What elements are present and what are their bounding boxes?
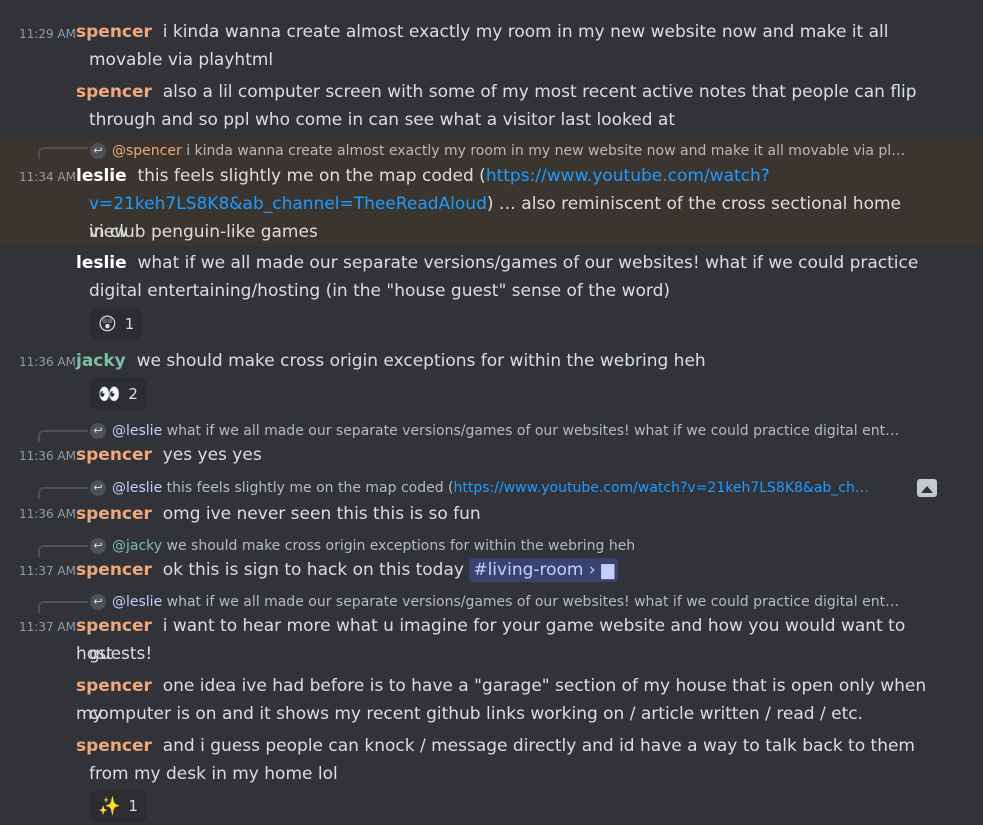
reply-arrow-icon: ↩ — [90, 423, 106, 439]
channel-name: #living-room — [473, 560, 584, 580]
message-link[interactable]: v=21keh7LS8K8&ab_channel=TheeReadAloud — [89, 194, 487, 214]
message-text: this feels slightly me on the map coded … — [137, 166, 486, 186]
reply-mention[interactable]: @leslie — [112, 423, 162, 439]
reply-preview[interactable]: ↩ @jacky we should make cross origin exce… — [90, 536, 943, 556]
reply-mention[interactable]: @leslie — [112, 594, 162, 610]
author-name[interactable]: leslie — [76, 166, 127, 186]
timestamp: 11:37 AM — [19, 564, 76, 578]
reply-mention[interactable]: @spencer — [112, 143, 182, 159]
message-text: omg ive never seen this this is so fun — [162, 504, 481, 524]
reaction-count: 1 — [124, 315, 135, 333]
reply-arrow-icon: ↩ — [90, 594, 106, 610]
reply-arrow-icon: ↩ — [90, 538, 106, 554]
reply-spine — [38, 487, 88, 499]
message-text: and i guess people can knock / message d… — [162, 736, 915, 756]
timestamp: 11:36 AM — [19, 449, 76, 463]
reply-link[interactable]: https://www.youtube.com/watch?v=21keh7LS… — [454, 480, 869, 496]
author-name[interactable]: jacky — [76, 351, 126, 371]
message: 11:36 AM jacky we should make cross orig… — [0, 347, 983, 412]
chat-log: 11:29 AM spencer i kinda wanna create al… — [0, 0, 983, 825]
author-name[interactable]: spencer — [76, 616, 152, 636]
message-link[interactable]: https://www.youtube.com/watch? — [486, 166, 770, 186]
message-text: ok this is sign to hack on this today — [162, 560, 464, 580]
message: spencer also a lil computer screen with … — [0, 78, 983, 134]
timestamp: 11:36 AM — [19, 355, 76, 369]
author-name[interactable]: spencer — [76, 22, 152, 42]
message-text: i kinda wanna create almost exactly my r… — [162, 22, 889, 42]
author-name[interactable]: spencer — [76, 736, 152, 756]
reply-text: what if we all made our separate version… — [166, 594, 900, 610]
reaction-button[interactable]: 😲 1 — [89, 308, 144, 340]
message: spencer and i guess people can knock / m… — [0, 732, 983, 825]
reaction-count: 1 — [128, 797, 138, 815]
message-text: in club penguin-like games — [89, 222, 318, 242]
author-name[interactable]: leslie — [76, 253, 127, 273]
timestamp: 11:37 AM — [19, 620, 76, 634]
reply-preview[interactable]: ↩ @leslie what if we all made our separat… — [90, 592, 943, 612]
chevron-right-icon: › — [588, 560, 596, 580]
reply-text: we should make cross origin exceptions f… — [166, 538, 636, 554]
reply-mention[interactable]: @leslie — [112, 480, 162, 496]
reply-text: what if we all made our separate version… — [166, 423, 900, 439]
reply-preview[interactable]: ↩ @spencer i kinda wanna create almost ex… — [90, 141, 943, 161]
author-name[interactable]: spencer — [76, 676, 152, 696]
message-text: guests! — [89, 644, 153, 664]
message: ↩ @leslie what if we all made our separat… — [0, 420, 983, 470]
reply-text: this feels slightly me on the map coded … — [166, 480, 454, 496]
channel-link-living-room[interactable]: #living-room › ▆ — [469, 558, 619, 582]
message-text: yes yes yes — [162, 445, 262, 465]
message-text: computer is on and it shows my recent gi… — [89, 704, 864, 724]
message: 11:29 AM spencer i kinda wanna create al… — [0, 18, 983, 74]
reply-preview[interactable]: ↩ @leslie what if we all made our separat… — [90, 421, 943, 441]
reply-spine — [38, 147, 88, 159]
message: leslie what if we all made our separate … — [0, 249, 983, 344]
reply-arrow-icon: ↩ — [90, 480, 106, 496]
reply-mention[interactable]: @jacky — [112, 538, 162, 554]
message-text: we should make cross origin exceptions f… — [136, 351, 706, 371]
timestamp: 11:29 AM — [19, 27, 76, 41]
reaction-button[interactable]: ✨ 1 — [89, 790, 147, 822]
reply-text: i kinda wanna create almost exactly my r… — [186, 143, 906, 159]
reaction-button[interactable]: 👀 2 — [89, 378, 147, 410]
message-text: what if we all made our separate version… — [137, 253, 919, 273]
author-name[interactable]: spencer — [76, 560, 152, 580]
sparkles-emoji-icon: ✨ — [98, 795, 121, 817]
message-highlighted: ↩ @spencer i kinda wanna create almost ex… — [0, 137, 983, 246]
message-text: movable via playhtml — [89, 50, 274, 70]
message: ↩ @leslie this feels slightly me on the m… — [0, 477, 983, 529]
reply-preview[interactable]: ↩ @leslie this feels slightly me on the m… — [90, 478, 913, 498]
reaction-count: 2 — [128, 385, 138, 403]
message-text: digital entertaining/hosting (in the "ho… — [89, 281, 670, 301]
author-name[interactable]: spencer — [76, 82, 152, 102]
message-text: from my desk in my home lol — [89, 764, 338, 784]
message-text: also a lil computer screen with some of … — [162, 82, 917, 102]
message: spencer one idea ive had before is to ha… — [0, 672, 983, 728]
astonished-emoji-icon: 😲 — [98, 313, 117, 335]
author-name[interactable]: spencer — [76, 445, 152, 465]
author-name[interactable]: spencer — [76, 504, 152, 524]
timestamp: 11:34 AM — [19, 170, 76, 184]
message: ↩ @jacky we should make cross origin exce… — [0, 535, 983, 587]
message-text: through and so ppl who come in can see w… — [89, 110, 676, 130]
eyes-emoji-icon: 👀 — [98, 383, 121, 405]
message: ↩ @leslie what if we all made our separat… — [0, 591, 983, 671]
reply-arrow-icon: ↩ — [90, 143, 106, 159]
timestamp: 11:36 AM — [19, 507, 76, 521]
image-icon — [917, 479, 937, 497]
thread-icon: ▆ — [601, 560, 615, 580]
